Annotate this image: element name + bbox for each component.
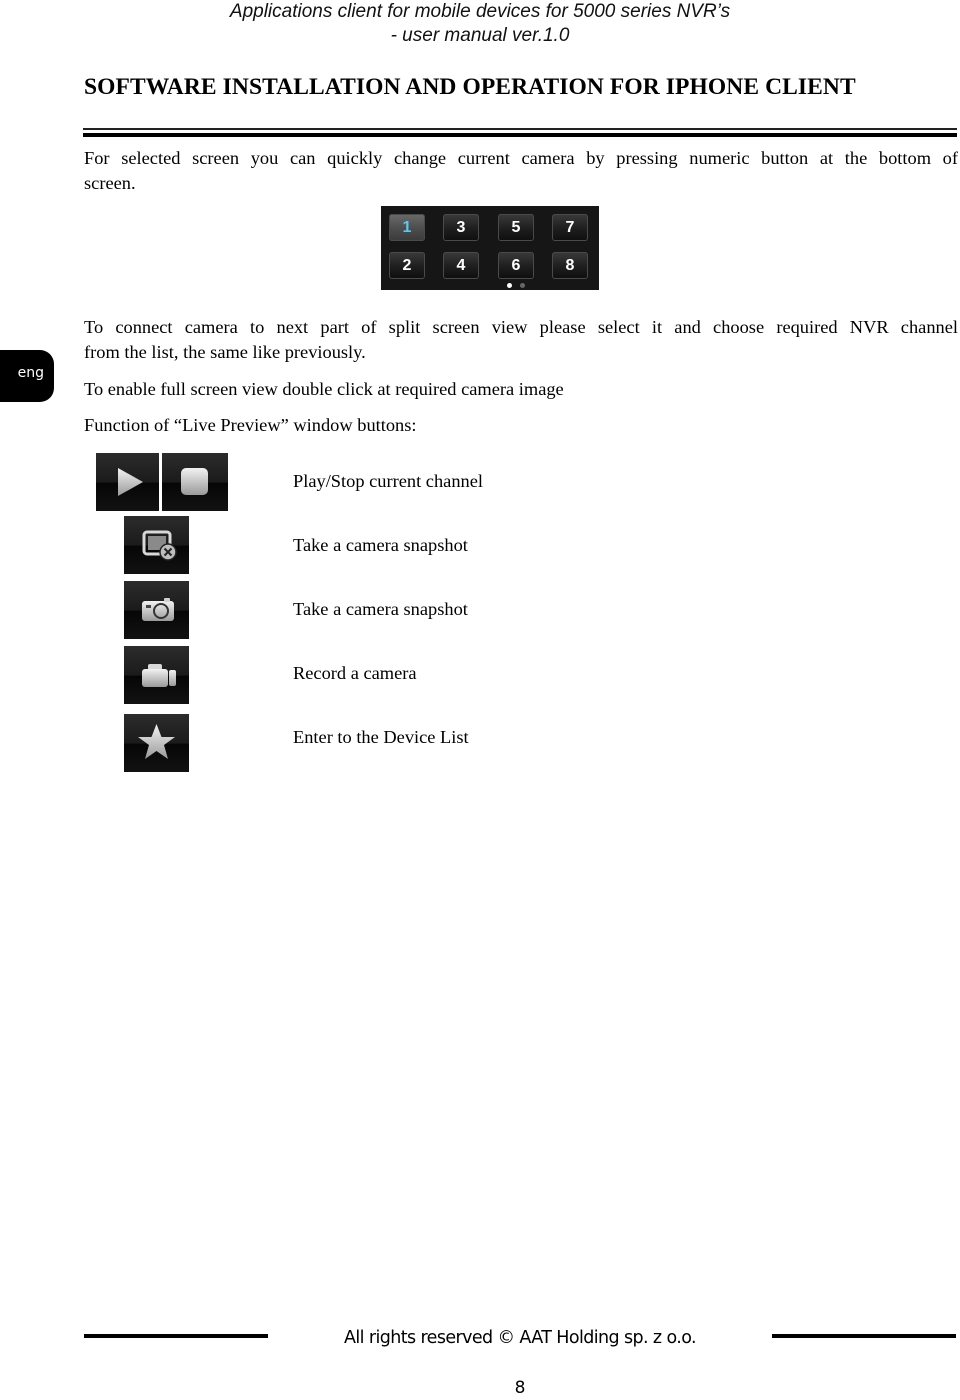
snapshot-button[interactable]	[124, 581, 189, 639]
camera-key-1[interactable]: 1	[389, 214, 425, 241]
camera-key-4[interactable]: 4	[443, 252, 479, 279]
paragraph-line: from the list, the same like previously.	[84, 342, 366, 362]
document-header: Applications client for mobile devices f…	[0, 0, 960, 48]
paragraph-camera-switch: For selected screen you can quickly chan…	[84, 146, 958, 196]
play-button[interactable]	[96, 453, 159, 511]
camera-icon	[142, 598, 174, 621]
paragraph-line: screen.	[84, 173, 136, 193]
camera-key-5[interactable]: 5	[498, 214, 534, 241]
language-label: eng	[17, 365, 44, 381]
page-indicator-dot-active[interactable]	[507, 283, 512, 288]
footer-copyright: All rights reserved © AAT Holding sp. z …	[344, 1328, 697, 1348]
camera-key-6[interactable]: 6	[498, 252, 534, 279]
function-label-play-stop: Play/Stop current channel	[293, 471, 483, 491]
stop-button[interactable]	[162, 453, 228, 511]
stop-icon	[181, 468, 208, 495]
language-tab: eng	[0, 350, 54, 402]
paragraph-line: To connect camera to next part of split …	[84, 317, 958, 337]
video-camera-icon	[142, 664, 176, 687]
close-snapshot-icon	[142, 530, 177, 561]
paragraph-line: For selected screen you can quickly chan…	[84, 148, 958, 168]
record-button[interactable]	[124, 646, 189, 704]
device-list-button[interactable]	[124, 714, 189, 772]
function-label-snapshot-1: Take a camera snapshot	[293, 535, 468, 555]
camera-key-2[interactable]: 2	[389, 252, 425, 279]
star-icon	[138, 724, 175, 759]
header-line-2: - user manual ver.1.0	[390, 25, 570, 46]
function-label-device-list: Enter to the Device List	[293, 727, 469, 747]
page-number: 8	[514, 1378, 526, 1398]
paragraph-full-screen: To enable full screen view double click …	[84, 379, 564, 399]
page-indicator-dot[interactable]	[520, 283, 525, 288]
camera-key-3[interactable]: 3	[443, 214, 479, 241]
camera-key-8[interactable]: 8	[552, 252, 588, 279]
title-rule-thick	[83, 133, 957, 137]
camera-number-keypad: 1 3 5 7 2 4 6 8	[381, 206, 599, 290]
function-label-record: Record a camera	[293, 663, 417, 683]
function-label-snapshot-2: Take a camera snapshot	[293, 599, 468, 619]
paragraph-functions-intro: Function of “Live Preview” window button…	[84, 415, 417, 435]
header-line-1: Applications client for mobile devices f…	[229, 1, 731, 22]
title-rule-thin	[83, 128, 957, 130]
snapshot-close-button[interactable]	[124, 516, 189, 574]
section-title: SOFTWARE INSTALLATION AND OPERATION FOR …	[84, 74, 856, 100]
play-icon	[118, 468, 143, 496]
paragraph-split-screen: To connect camera to next part of split …	[84, 315, 958, 365]
camera-key-7[interactable]: 7	[552, 214, 588, 241]
